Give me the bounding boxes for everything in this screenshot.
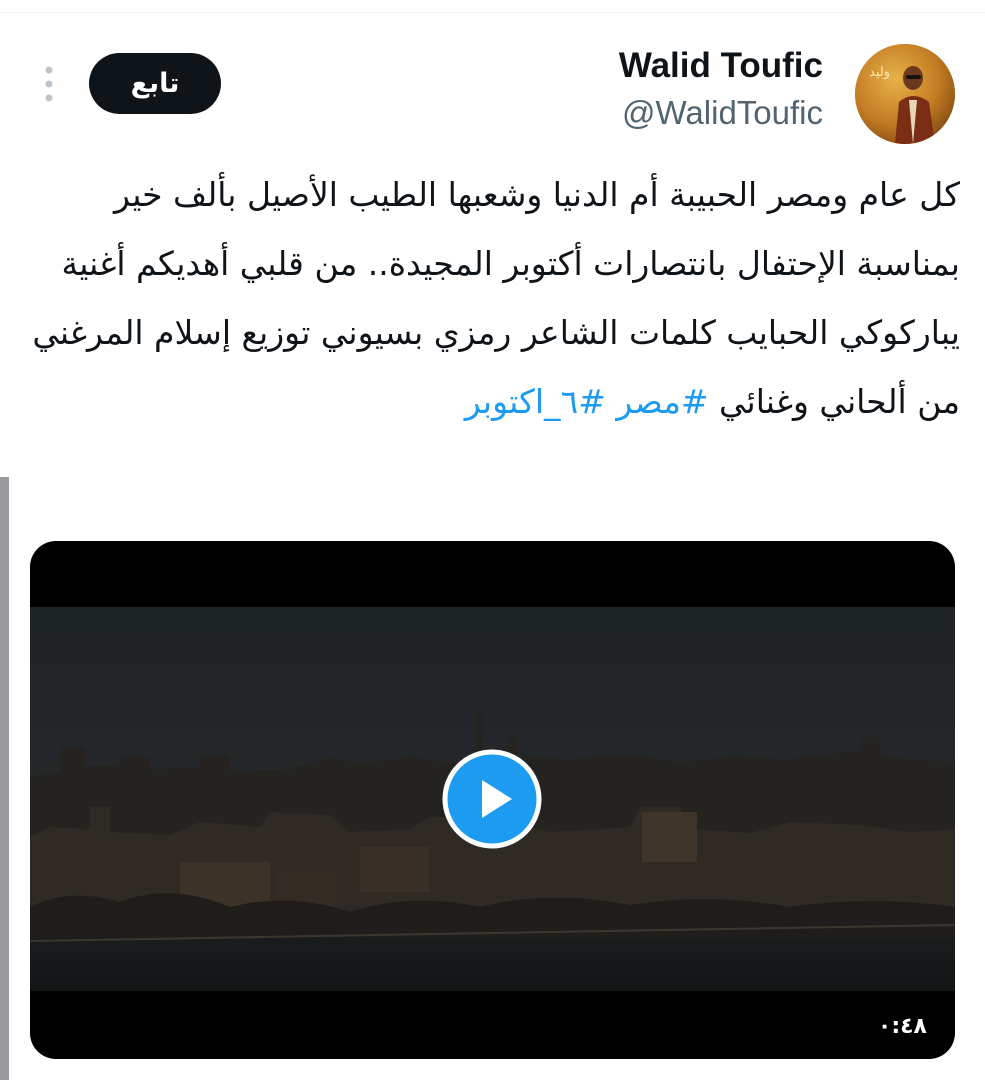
more-vertical-icon[interactable] xyxy=(36,62,62,106)
follow-button[interactable]: تابع xyxy=(89,53,221,114)
author-display-name[interactable]: Walid Toufic xyxy=(619,46,823,86)
tweet-text: كل عام ومصر الحبيبة أم الدنيا وشعبها الط… xyxy=(22,160,960,436)
left-edge-bar xyxy=(0,477,9,1080)
top-divider xyxy=(0,12,985,13)
play-icon[interactable] xyxy=(442,749,542,849)
svg-text:وليد: وليد xyxy=(869,65,890,80)
author-handle[interactable]: @WalidToufic xyxy=(622,94,823,132)
hashtag-link[interactable]: #مصر xyxy=(616,382,708,421)
hashtag-link[interactable]: #٦_اكتوبر xyxy=(465,382,606,421)
avatar[interactable]: وليد xyxy=(855,44,955,144)
avatar-photo: وليد xyxy=(855,44,955,144)
video-player[interactable]: ٠:٤٨ xyxy=(30,541,955,1059)
video-duration: ٠:٤٨ xyxy=(877,1014,927,1039)
